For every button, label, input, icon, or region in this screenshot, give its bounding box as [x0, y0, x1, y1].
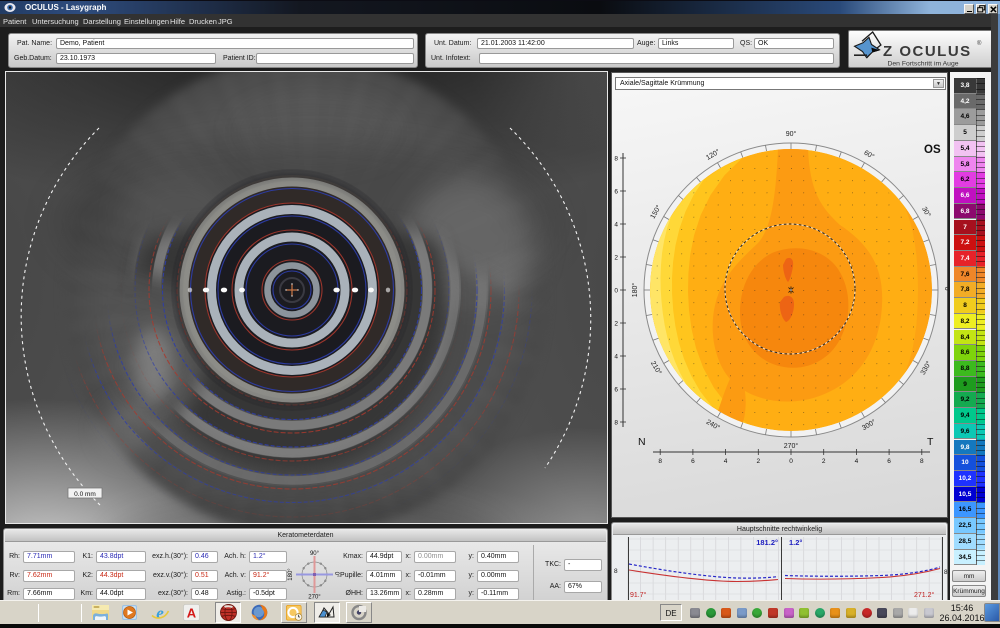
svg-text:0: 0 — [789, 458, 793, 465]
svg-text:4: 4 — [614, 222, 618, 229]
svg-text:0: 0 — [614, 288, 618, 295]
svg-text:120°: 120° — [705, 148, 722, 162]
svg-text:300°: 300° — [861, 418, 878, 432]
svg-text:8: 8 — [614, 568, 618, 575]
svg-text:8: 8 — [658, 458, 662, 465]
svg-text:4: 4 — [855, 458, 859, 465]
svg-text:4: 4 — [724, 458, 728, 465]
svg-text:60°: 60° — [862, 149, 875, 161]
svg-text:OS: OS — [924, 144, 941, 156]
svg-text:6: 6 — [691, 458, 695, 465]
svg-text:0.0 mm: 0.0 mm — [74, 491, 96, 498]
svg-text:6: 6 — [614, 387, 618, 394]
svg-text:2: 2 — [822, 458, 826, 465]
svg-text:90°: 90° — [786, 130, 797, 138]
svg-text:4: 4 — [614, 354, 618, 361]
svg-text:6: 6 — [614, 189, 618, 196]
svg-text:Den Fortschritt im Auge: Den Fortschritt im Auge — [887, 61, 958, 68]
svg-text:8: 8 — [944, 569, 948, 576]
svg-text:®: ® — [977, 40, 982, 47]
svg-text:2: 2 — [756, 458, 760, 465]
svg-text:8: 8 — [614, 420, 618, 427]
svg-text:6: 6 — [887, 458, 891, 465]
svg-text:240°: 240° — [705, 418, 722, 432]
svg-text:8: 8 — [920, 458, 924, 465]
svg-text:180°: 180° — [631, 283, 639, 298]
svg-text:1.2°: 1.2° — [789, 538, 802, 547]
svg-text:T: T — [927, 436, 934, 448]
svg-text:2: 2 — [614, 321, 618, 328]
svg-text:150°: 150° — [649, 203, 663, 220]
svg-text:30°: 30° — [920, 205, 932, 218]
svg-text:A: A — [186, 606, 196, 621]
svg-text:e: e — [156, 604, 164, 623]
svg-text:0°: 0° — [943, 287, 949, 294]
svg-text:270°: 270° — [784, 442, 799, 450]
svg-text:210°: 210° — [649, 360, 663, 377]
svg-text:91.7°: 91.7° — [630, 591, 647, 599]
svg-text:271.2°: 271.2° — [914, 591, 935, 599]
svg-text:N: N — [638, 436, 646, 448]
svg-text:Z OCULUS: Z OCULUS — [883, 43, 972, 60]
svg-text:8: 8 — [614, 156, 618, 163]
svg-text:181.2°: 181.2° — [756, 538, 778, 547]
svg-text:330°: 330° — [919, 359, 933, 376]
svg-text:2: 2 — [614, 255, 618, 262]
